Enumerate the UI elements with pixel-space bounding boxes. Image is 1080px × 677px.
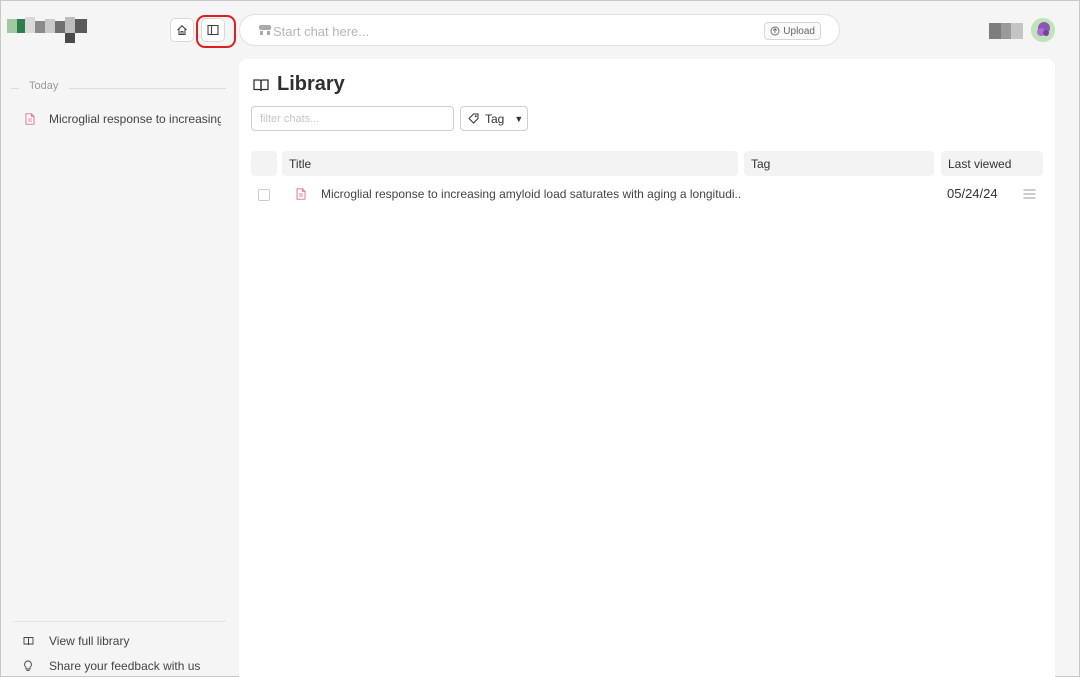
view-full-library-link[interactable]: View full library bbox=[13, 628, 226, 653]
user-avatar[interactable] bbox=[1031, 18, 1055, 42]
home-icon bbox=[177, 25, 187, 36]
upload-button[interactable]: Upload bbox=[764, 22, 821, 40]
chat-bar: Upload bbox=[239, 14, 840, 46]
history-item-label: Microglial response to increasing bbox=[49, 112, 221, 126]
row-checkbox[interactable] bbox=[258, 189, 270, 201]
filter-chats-input[interactable] bbox=[251, 106, 454, 131]
section-header-today: Today bbox=[11, 80, 226, 96]
footer-link-label: View full library bbox=[49, 633, 130, 648]
divider bbox=[11, 88, 19, 89]
app-logo[interactable] bbox=[7, 15, 87, 45]
upload-circle-icon bbox=[770, 26, 780, 36]
divider bbox=[13, 621, 226, 622]
menu-icon[interactable] bbox=[1023, 188, 1036, 200]
book-open-icon bbox=[253, 78, 269, 91]
chat-input[interactable] bbox=[273, 21, 733, 41]
tag-filter-dropdown[interactable]: Tag ▼ bbox=[460, 106, 528, 131]
sidebar-toggle-button[interactable] bbox=[201, 18, 225, 42]
sidebar: Today Microglial response to increasing … bbox=[1, 59, 239, 677]
row-last-viewed: 05/24/24 bbox=[947, 186, 998, 201]
home-button[interactable] bbox=[170, 18, 194, 42]
book-icon bbox=[23, 636, 34, 645]
column-header-title[interactable]: Title bbox=[282, 151, 738, 176]
sidebar-footer: View full library Share your feedback wi… bbox=[13, 621, 226, 677]
pdf-file-icon bbox=[296, 188, 306, 200]
share-feedback-link[interactable]: Share your feedback with us bbox=[13, 653, 226, 677]
user-name-redacted bbox=[989, 23, 1023, 39]
page-title: Library bbox=[253, 73, 345, 96]
table-header: Title Tag Last viewed bbox=[251, 151, 1043, 176]
column-header-tag[interactable]: Tag bbox=[744, 151, 934, 176]
select-all-column bbox=[251, 151, 277, 176]
pdf-file-icon bbox=[25, 113, 35, 125]
caret-down-icon: ▼ bbox=[514, 113, 524, 124]
upload-label: Upload bbox=[783, 25, 815, 37]
section-label: Today bbox=[29, 80, 59, 92]
chat-bot-icon bbox=[259, 25, 271, 35]
footer-link-label: Share your feedback with us bbox=[49, 658, 201, 673]
page-title-text: Library bbox=[277, 73, 345, 95]
table-row[interactable]: Microglial response to increasing amyloi… bbox=[251, 183, 1043, 207]
column-header-last-viewed[interactable]: Last viewed bbox=[941, 151, 1043, 176]
top-bar: Upload bbox=[1, 1, 1079, 59]
lightbulb-icon bbox=[24, 660, 32, 671]
tag-filter-label: Tag bbox=[485, 111, 505, 126]
avatar-image bbox=[1031, 18, 1055, 42]
tag-icon bbox=[468, 113, 479, 124]
sidebar-history-item[interactable]: Microglial response to increasing bbox=[17, 108, 227, 130]
row-title[interactable]: Microglial response to increasing amyloi… bbox=[321, 187, 741, 201]
library-panel: Library Tag ▼ Title Tag Last viewed Micr… bbox=[239, 59, 1055, 677]
divider bbox=[69, 88, 226, 89]
sidebar-toggle-icon bbox=[207, 24, 219, 36]
